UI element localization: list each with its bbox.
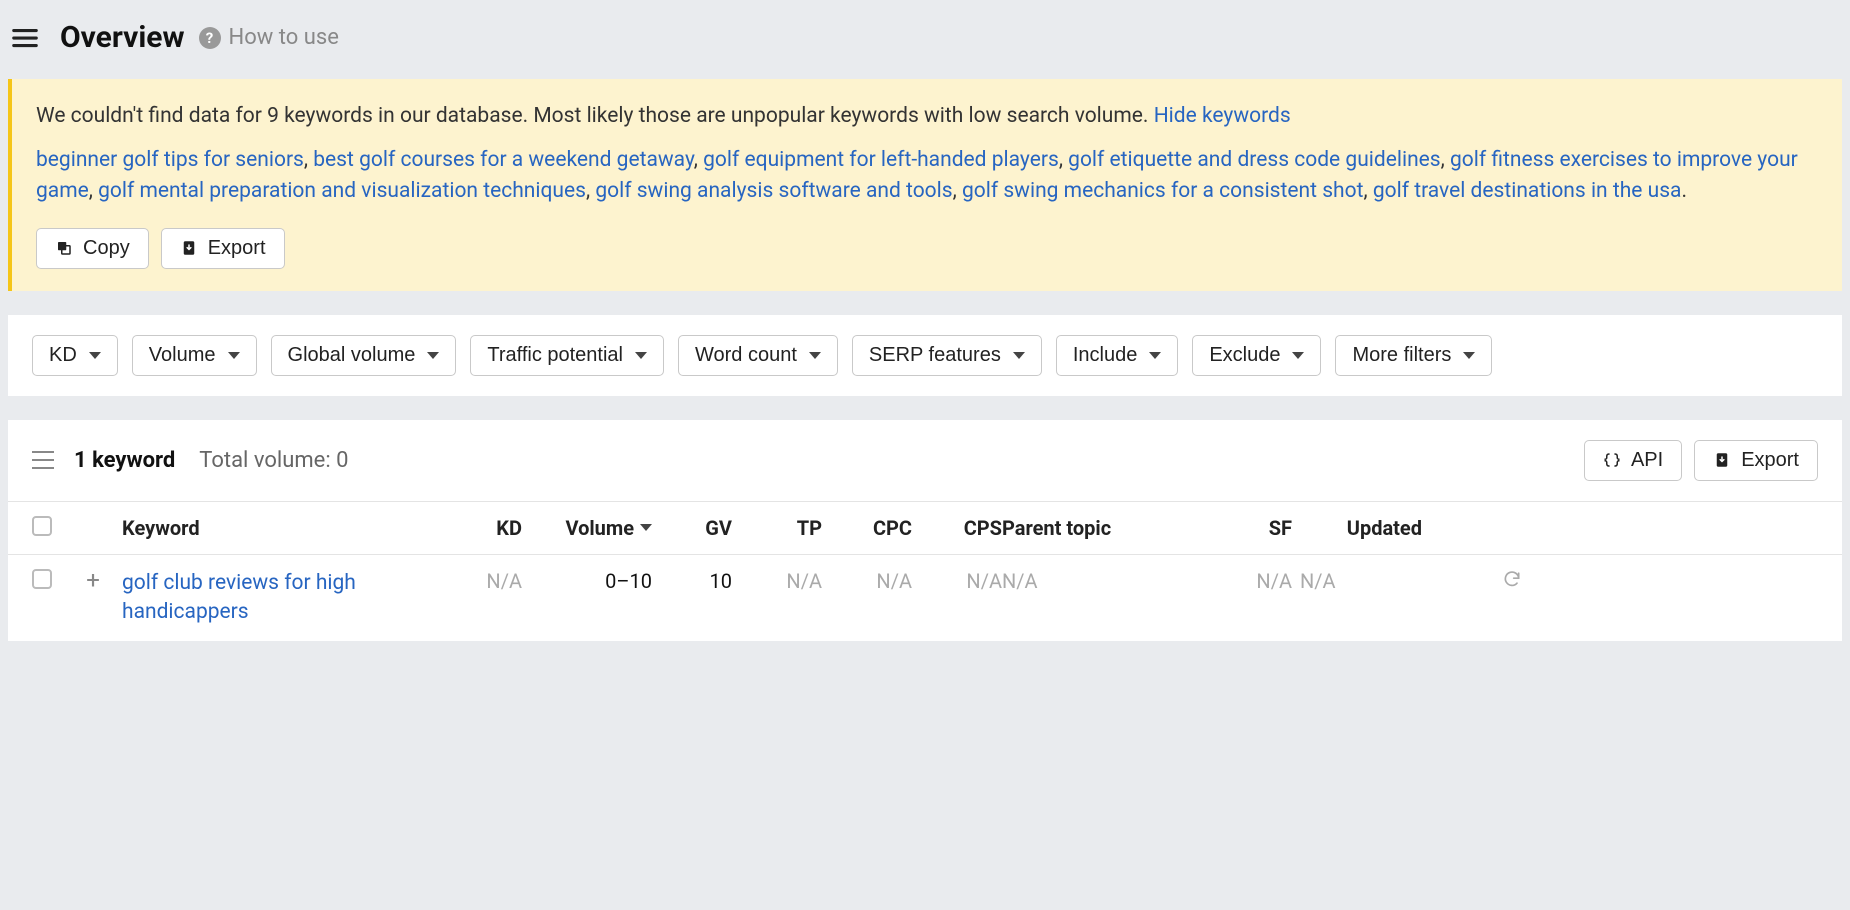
copy-icon (55, 239, 73, 257)
alert-keyword-link[interactable]: best golf courses for a weekend getaway (313, 148, 694, 172)
table-row: + golf club reviews for high handicapper… (8, 555, 1842, 642)
filter-kd[interactable]: KD (32, 335, 118, 376)
chevron-down-icon (635, 352, 647, 359)
chevron-down-icon (1292, 352, 1304, 359)
keywords-table: Keyword KD Volume GV TP CPC CPS Parent t… (8, 502, 1842, 642)
results-count: 1 keyword (74, 448, 175, 473)
chevron-down-icon (427, 352, 439, 359)
col-keyword[interactable]: Keyword (122, 516, 200, 540)
menu-icon[interactable] (10, 23, 40, 53)
cell-cpc: N/A (822, 569, 912, 593)
api-button[interactable]: API (1584, 440, 1682, 481)
copy-label: Copy (83, 237, 130, 260)
how-to-use-label: How to use (229, 25, 339, 50)
cell-sf: N/A (1182, 569, 1292, 593)
filter-exclude[interactable]: Exclude (1192, 335, 1321, 376)
col-cpc[interactable]: CPC (873, 516, 912, 540)
select-all-checkbox[interactable] (32, 516, 52, 536)
cell-tp: N/A (732, 569, 822, 593)
filter-traffic-potential[interactable]: Traffic potential (470, 335, 664, 376)
braces-icon (1603, 451, 1621, 469)
expand-icon[interactable]: + (82, 569, 104, 591)
chevron-down-icon (228, 352, 240, 359)
results-header: 1 keyword Total volume: 0 API Export (8, 420, 1842, 502)
cell-kd: N/A (432, 569, 522, 593)
filter-serp-features[interactable]: SERP features (852, 335, 1042, 376)
api-label: API (1631, 449, 1663, 472)
alert-keyword-link[interactable]: golf travel destinations in the usa (1373, 179, 1682, 203)
col-sf[interactable]: SF (1269, 516, 1292, 540)
filter-include[interactable]: Include (1056, 335, 1179, 376)
alert-keyword-link[interactable]: golf mental preparation and visualizatio… (98, 179, 586, 203)
alert-text: We couldn't find data for 9 keywords in … (36, 104, 1148, 128)
chevron-down-icon (1013, 352, 1025, 359)
results-panel: 1 keyword Total volume: 0 API Export Key… (8, 420, 1842, 642)
col-tp[interactable]: TP (797, 516, 822, 540)
results-export-label: Export (1741, 449, 1799, 472)
export-button[interactable]: Export (161, 228, 285, 269)
alert-keyword-link[interactable]: golf equipment for left-handed players (703, 148, 1059, 172)
refresh-button[interactable] (1422, 569, 1522, 594)
total-volume: Total volume: 0 (199, 448, 348, 473)
filter-more-filters[interactable]: More filters (1335, 335, 1492, 376)
chevron-down-icon (809, 352, 821, 359)
chevron-down-icon (1463, 352, 1475, 359)
list-menu-icon[interactable] (32, 451, 54, 469)
alert-keyword-link[interactable]: golf etiquette and dress code guidelines (1068, 148, 1440, 172)
col-updated[interactable]: Updated (1347, 516, 1422, 540)
alert-keyword-list: beginner golf tips for seniors, best gol… (36, 145, 1818, 208)
alert-keyword-link[interactable]: golf swing analysis software and tools (595, 179, 952, 203)
filter-global-volume[interactable]: Global volume (271, 335, 457, 376)
export-label: Export (208, 237, 266, 260)
col-kd[interactable]: KD (496, 516, 522, 540)
filter-word-count[interactable]: Word count (678, 335, 838, 376)
cell-cps: N/A (912, 569, 1002, 593)
how-to-use-link[interactable]: ? How to use (199, 25, 339, 50)
alert-message: We couldn't find data for 9 keywords in … (36, 101, 1818, 133)
sort-desc-icon (640, 524, 652, 531)
page-header: Overview ? How to use (0, 0, 1850, 79)
chevron-down-icon (1149, 352, 1161, 359)
col-volume[interactable]: Volume (522, 516, 652, 540)
col-parent-topic[interactable]: Parent topic (1002, 516, 1111, 540)
cell-gv: 10 (652, 569, 732, 593)
cell-parent-topic: N/A (1002, 569, 1182, 593)
chevron-down-icon (89, 352, 101, 359)
results-export-button[interactable]: Export (1694, 440, 1818, 481)
alert-keyword-link[interactable]: beginner golf tips for seniors (36, 148, 304, 172)
cell-updated: N/A (1292, 569, 1422, 593)
export-icon (180, 239, 198, 257)
alert-actions: Copy Export (36, 228, 1818, 269)
missing-keywords-alert: We couldn't find data for 9 keywords in … (8, 79, 1842, 291)
row-checkbox[interactable] (32, 569, 52, 589)
table-header-row: Keyword KD Volume GV TP CPC CPS Parent t… (8, 502, 1842, 555)
copy-button[interactable]: Copy (36, 228, 149, 269)
help-icon: ? (199, 27, 221, 49)
filter-volume[interactable]: Volume (132, 335, 257, 376)
col-cps[interactable]: CPS (964, 516, 1002, 540)
alert-keyword-link[interactable]: golf swing mechanics for a consistent sh… (962, 179, 1364, 203)
page-title: Overview (60, 20, 185, 55)
col-gv[interactable]: GV (705, 516, 732, 540)
keyword-link[interactable]: golf club reviews for high handicappers (122, 571, 356, 624)
filters-panel: KD Volume Global volume Traffic potentia… (8, 315, 1842, 396)
hide-keywords-link[interactable]: Hide keywords (1154, 104, 1291, 128)
export-icon (1713, 451, 1731, 469)
cell-volume: 0–10 (522, 569, 652, 593)
